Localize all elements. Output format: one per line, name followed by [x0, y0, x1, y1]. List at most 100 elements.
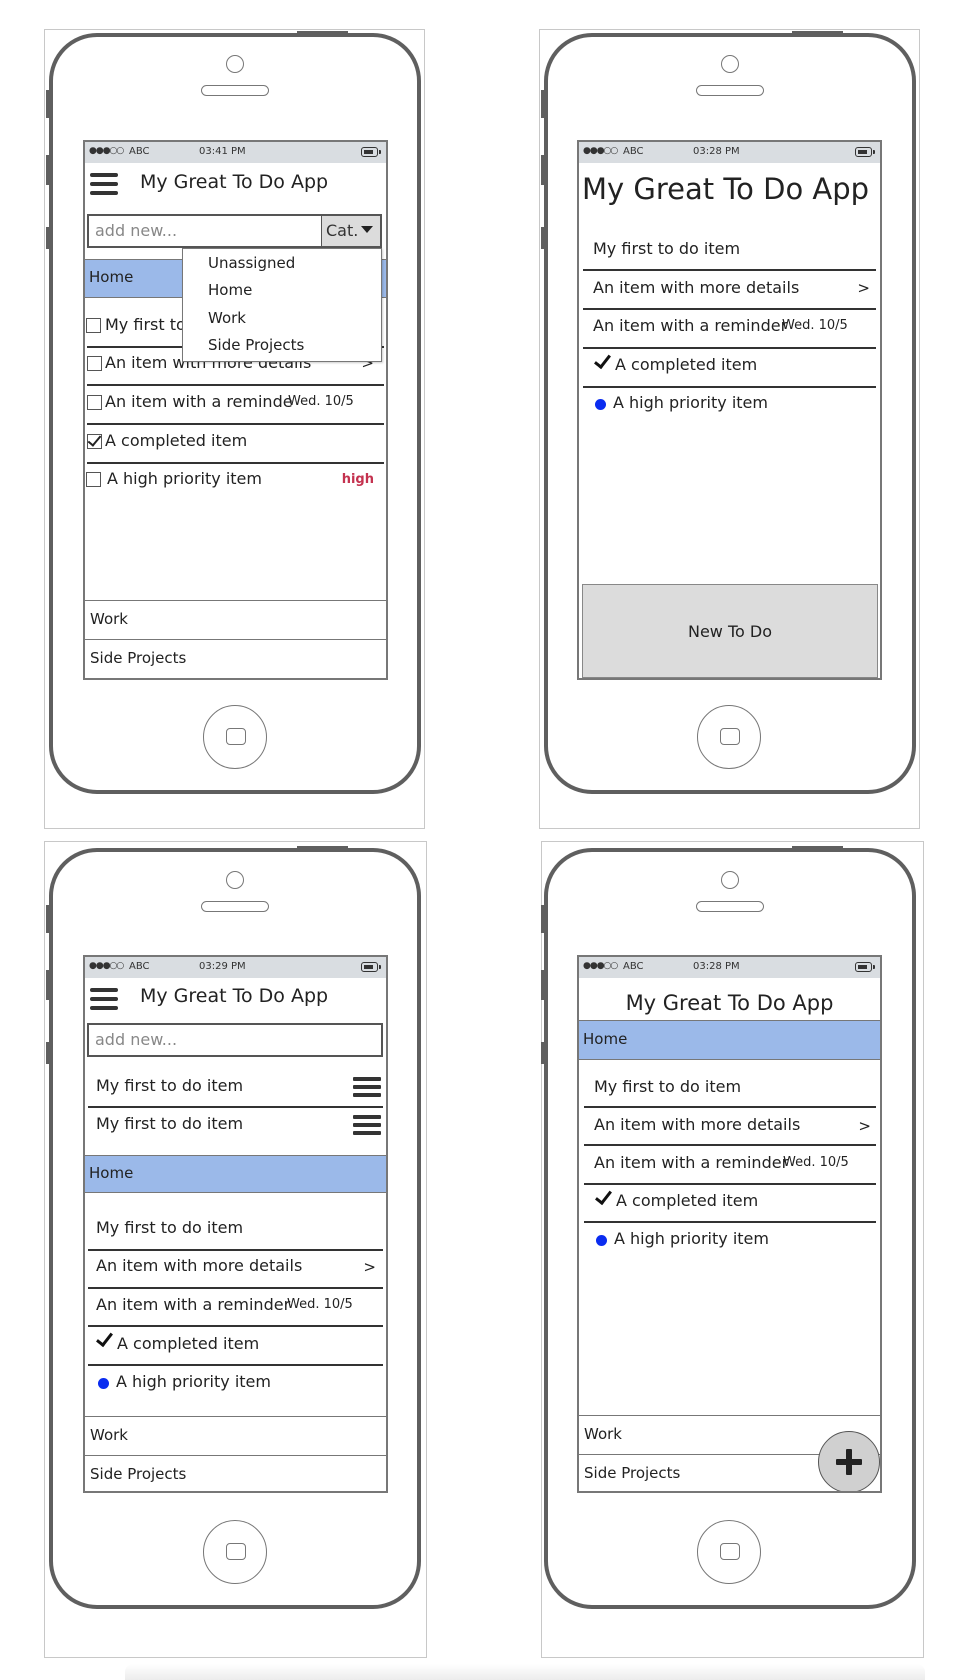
- category-dropdown-button[interactable]: Cat.: [322, 214, 382, 248]
- signal-icon: ●●●○○: [583, 146, 618, 156]
- divider: [87, 462, 384, 464]
- app-title: My Great To Do App: [582, 172, 870, 206]
- category-label: Side Projects: [90, 649, 187, 667]
- divider: [583, 308, 876, 310]
- phone4-home-button: [697, 1520, 761, 1584]
- divider: [583, 347, 876, 349]
- menu-item-home[interactable]: Home: [208, 281, 252, 299]
- divider: [88, 1325, 383, 1327]
- divider: [584, 1144, 876, 1146]
- category-button-label: Cat.: [326, 221, 359, 240]
- phone3-screen: ●●●○○ ABC 03:29 PM My Great To Do App ad…: [83, 955, 388, 1493]
- reminder-date: Wed. 10/5: [288, 394, 354, 409]
- status-bar: ●●●○○ ABC 03:29 PM: [85, 957, 386, 978]
- carrier-label: ABC: [623, 961, 644, 972]
- add-new-input[interactable]: add new...: [87, 1023, 383, 1057]
- item-text: A high priority item: [614, 1229, 769, 1248]
- item-text: A high priority item: [116, 1372, 271, 1391]
- menu-icon[interactable]: [90, 173, 118, 195]
- category-side-projects[interactable]: Side Projects: [85, 1455, 386, 1491]
- item-text: An item with a reminde: [105, 392, 293, 411]
- status-bar: ●●●○○ ABC 03:28 PM: [579, 957, 880, 978]
- status-time: 03:41 PM: [199, 146, 246, 157]
- category-home-header[interactable]: Home: [85, 1155, 386, 1193]
- category-side-projects[interactable]: Side Projects: [85, 639, 386, 678]
- carrier-label: ABC: [129, 961, 150, 972]
- status-bar: ●●●○○ ABC 03:41 PM: [85, 142, 386, 163]
- phone1-home-button: [203, 705, 267, 769]
- phone2-speaker: [696, 85, 764, 96]
- category-work[interactable]: Work: [85, 600, 386, 639]
- new-todo-button[interactable]: New To Do: [582, 584, 878, 678]
- battery-icon: [855, 962, 875, 972]
- status-bar: ●●●○○ ABC 03:28 PM: [579, 142, 880, 163]
- category-work[interactable]: Work: [85, 1416, 386, 1455]
- menu-icon[interactable]: [90, 988, 118, 1010]
- item-text: An item with more details: [594, 1115, 801, 1134]
- phone2-home-button: [697, 705, 761, 769]
- signal-icon: ●●●○○: [89, 146, 124, 156]
- phone3-camera: [226, 871, 244, 889]
- checkbox[interactable]: [87, 356, 102, 371]
- item-text: A completed item: [117, 1334, 260, 1353]
- todo-item-1[interactable]: My first to do item: [593, 239, 740, 258]
- phone4-camera: [721, 871, 739, 889]
- category-label: Work: [584, 1425, 622, 1443]
- divider: [88, 1287, 383, 1289]
- todo-item-1[interactable]: My first to do item: [594, 1077, 741, 1096]
- checkmark-icon: [594, 350, 611, 370]
- checkbox[interactable]: [86, 318, 101, 333]
- app-title: My Great To Do App: [140, 985, 329, 1007]
- item-text: A high priority item: [613, 393, 768, 412]
- todo-item-1[interactable]: My first to do item: [96, 1218, 243, 1237]
- priority-dot-icon: [595, 399, 606, 410]
- checkmark-icon: [96, 1328, 113, 1348]
- item-text: My first to do item: [96, 1076, 244, 1095]
- chevron-right-icon: >: [857, 279, 870, 297]
- status-time: 03:29 PM: [199, 961, 246, 972]
- app-title: My Great To Do App: [625, 991, 834, 1015]
- chevron-right-icon: >: [858, 1117, 871, 1135]
- item-text: An item with a reminder: [593, 316, 788, 335]
- category-dropdown-menu: Unassigned Home Work Side Projects: [182, 248, 382, 362]
- add-fab-button[interactable]: [818, 1431, 880, 1491]
- divider: [88, 1364, 383, 1366]
- new-todo-label: New To Do: [687, 621, 773, 641]
- add-new-input[interactable]: add new...: [87, 214, 323, 248]
- menu-item-side-projects[interactable]: Side Projects: [208, 336, 304, 354]
- battery-icon: [361, 147, 381, 157]
- category-home-header[interactable]: Home: [579, 1020, 880, 1060]
- item-text: An item with a reminder: [96, 1295, 291, 1314]
- menu-item-work[interactable]: Work: [208, 309, 246, 327]
- divider: [88, 1249, 383, 1251]
- drag-handle-icon[interactable]: [353, 1077, 381, 1099]
- status-time: 03:28 PM: [693, 146, 740, 157]
- caret-down-icon: [361, 226, 374, 233]
- phone4-screen: ●●●○○ ABC 03:28 PM My Great To Do App Ho…: [577, 955, 882, 1493]
- divider: [87, 384, 384, 386]
- checkbox[interactable]: [86, 472, 101, 487]
- menu-item-unassigned[interactable]: Unassigned: [208, 254, 295, 272]
- signal-icon: ●●●○○: [89, 961, 124, 971]
- battery-icon: [855, 147, 875, 157]
- status-time: 03:28 PM: [693, 961, 740, 972]
- phone3-home-button: [203, 1520, 267, 1584]
- phone3-speaker: [201, 901, 269, 912]
- divider: [584, 1106, 876, 1108]
- checkbox[interactable]: [87, 395, 102, 410]
- divider: [583, 269, 876, 271]
- divider: [584, 1183, 876, 1185]
- checkbox-checked[interactable]: [87, 434, 102, 449]
- drag-handle-icon[interactable]: [353, 1115, 381, 1137]
- category-label: Home: [89, 268, 134, 286]
- category-label: Side Projects: [584, 1464, 681, 1482]
- carrier-label: ABC: [129, 146, 150, 157]
- priority-dot-icon: [596, 1235, 607, 1246]
- category-label: Home: [583, 1030, 628, 1048]
- priority-dot-icon: [98, 1378, 109, 1389]
- signal-icon: ●●●○○: [583, 961, 618, 971]
- phone4-speaker: [696, 901, 764, 912]
- category-label: Side Projects: [90, 1465, 187, 1483]
- divider: [583, 386, 876, 388]
- divider: [584, 1221, 876, 1223]
